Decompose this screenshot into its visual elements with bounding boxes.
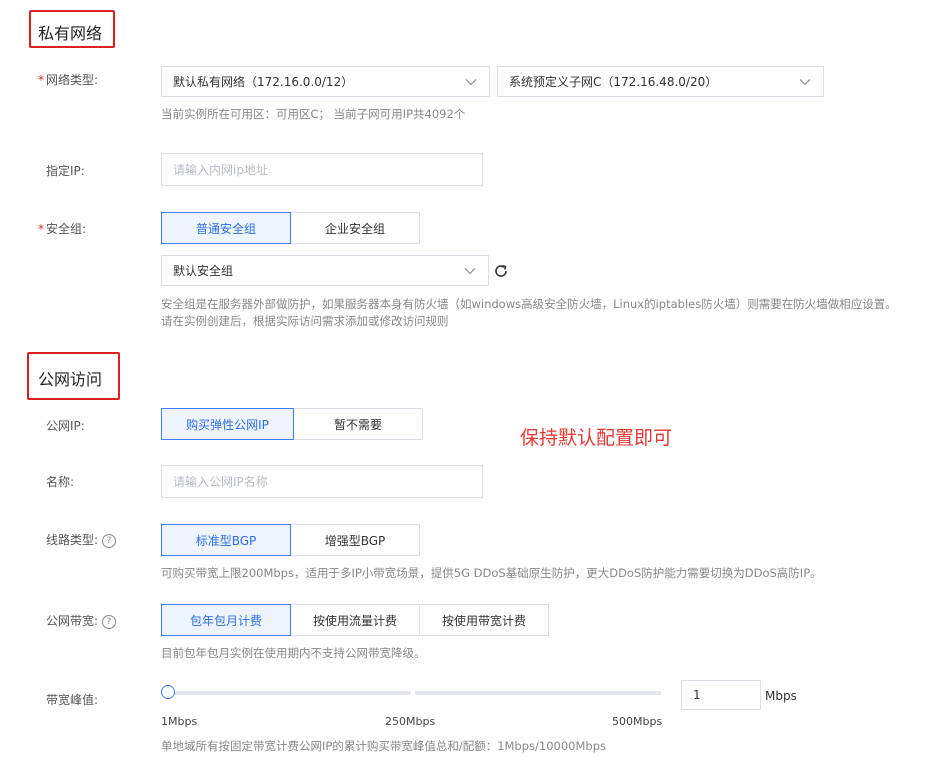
public-ip-toggle: 购买弹性公网IP 暂不需要 <box>161 408 423 440</box>
refresh-icon[interactable] <box>493 263 509 279</box>
slider-tick-max: 500Mbps <box>612 715 663 728</box>
annotation-keep-default: 保持默认配置即可 <box>520 427 673 449</box>
line-type-label: 线路类型:? <box>46 531 117 548</box>
ip-label: 指定IP: <box>46 164 85 178</box>
billing-hint: 目前包年包月实例在使用期内不支持公网带宽降级。 <box>161 646 426 660</box>
network-type-label: * 网络类型: <box>38 73 99 87</box>
network-type-hint: 当前实例所在可用区：可用区C； 当前子网可用IP共4092个 <box>161 107 466 121</box>
name-label: 名称: <box>46 475 75 489</box>
option-monthly-billing[interactable]: 包年包月计费 <box>161 604 291 636</box>
private-ip-input[interactable]: 请输入内网ip地址 <box>161 153 483 186</box>
vpc-select-value: 默认私有网络（172.16.0.0/12） <box>173 75 354 89</box>
option-buy-elastic-ip[interactable]: 购买弹性公网IP <box>161 408 294 440</box>
option-traffic-billing[interactable]: 按使用流量计费 <box>290 604 420 636</box>
chevron-down-icon <box>463 264 477 278</box>
subnet-select[interactable]: 系统预定义子网C（172.16.48.0/20） <box>497 66 824 97</box>
option-bandwidth-billing[interactable]: 按使用带宽计费 <box>419 604 549 636</box>
help-icon[interactable]: ? <box>102 534 117 548</box>
slider-handle[interactable] <box>161 685 175 699</box>
slider-track-left <box>161 691 411 695</box>
slider-tick-mid: 250Mbps <box>385 715 436 728</box>
security-group-label: * 安全组: <box>38 222 87 236</box>
security-group-hint-line1: 安全组是在服务器外部做防护，如果服务器本身有防火墙（如windows高级安全防火… <box>161 297 897 311</box>
option-standard-bgp[interactable]: 标准型BGP <box>161 524 291 556</box>
bandwidth-unit: Mbps <box>765 689 797 703</box>
option-enhanced-bgp[interactable]: 增强型BGP <box>290 524 420 556</box>
option-not-needed[interactable]: 暂不需要 <box>293 408 423 440</box>
bandwidth-quota-hint: 单地域所有按固定带宽计费公网IP的累计购买带宽峰值总和/配额：1Mbps/100… <box>161 739 606 753</box>
bandwidth-slider[interactable] <box>161 685 661 701</box>
section-title-public-access: 公网访问 <box>38 370 103 389</box>
public-ip-name-input[interactable]: 请输入公网IP名称 <box>161 465 483 498</box>
security-group-select[interactable]: 默认安全组 <box>161 255 489 286</box>
help-icon[interactable]: ? <box>102 615 117 629</box>
line-type-toggle: 标准型BGP 增强型BGP <box>161 524 420 556</box>
security-group-select-value: 默认安全组 <box>173 264 234 278</box>
bandwidth-value-input[interactable]: 1 <box>681 680 761 710</box>
billing-mode-toggle: 包年包月计费 按使用流量计费 按使用带宽计费 <box>161 604 549 636</box>
option-normal-security-group[interactable]: 普通安全组 <box>161 212 291 244</box>
subnet-select-value: 系统预定义子网C（172.16.48.0/20） <box>509 75 718 89</box>
security-group-type-toggle: 普通安全组 企业安全组 <box>161 212 420 244</box>
security-group-hint-line2: 请在实例创建后，根据实际访问需求添加或修改访问规则 <box>161 314 449 328</box>
billing-label: 公网带宽:? <box>46 612 117 629</box>
chevron-down-icon <box>798 75 812 89</box>
bandwidth-label: 带宽峰值: <box>46 693 99 707</box>
slider-tick-min: 1Mbps <box>161 715 198 728</box>
vpc-select[interactable]: 默认私有网络（172.16.0.0/12） <box>161 66 490 97</box>
chevron-down-icon <box>464 75 478 89</box>
line-type-hint: 可购买带宽上限200Mbps，适用于多IP小带宽场景，提供5G DDoS基础原生… <box>161 566 822 580</box>
required-mark: * <box>38 73 44 87</box>
slider-track-right <box>415 691 661 695</box>
section-title-private-network: 私有网络 <box>38 24 103 43</box>
required-mark: * <box>38 222 44 236</box>
option-enterprise-security-group[interactable]: 企业安全组 <box>290 212 420 244</box>
public-ip-label: 公网IP: <box>46 419 85 433</box>
